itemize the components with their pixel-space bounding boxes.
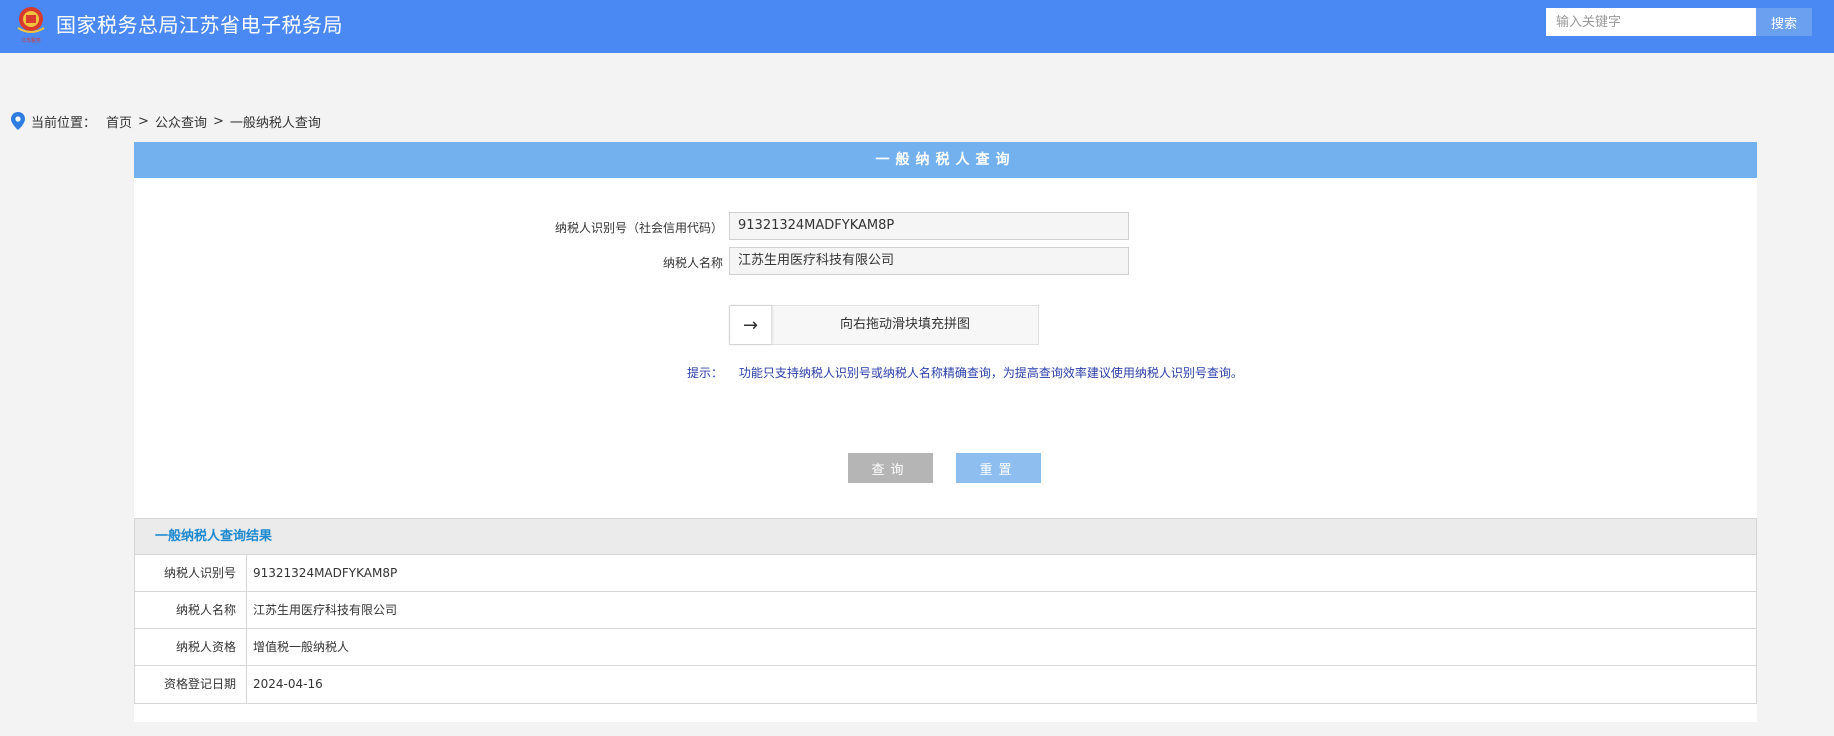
hint-label: 提示： [687,366,724,380]
breadcrumb-separator: > [138,113,149,129]
search-input[interactable] [1546,8,1756,36]
result-value: 增值税一般纳税人 [253,640,350,654]
query-panel: 一般纳税人查询 纳税人识别号（社会信用代码） 91321324MADFYKAM8… [134,142,1757,722]
result-value: 2024-04-16 [253,677,323,691]
breadcrumb-current: 一般纳税人查询 [229,115,321,131]
breadcrumb-label: 当前位置： [31,115,97,131]
breadcrumb: 当前位置： 首页 > 公众查询 > 一般纳税人查询 [11,111,321,131]
site-title[interactable]: 国家税务总局江苏省电子税务局 [56,9,343,38]
taxpayer-name-input[interactable]: 江苏生用医疗科技有限公司 [729,247,1129,275]
result-table: 一般纳税人查询结果 纳税人识别号 91321324MADFYKAM8P 纳税人名… [134,518,1757,704]
svg-text:江苏税务: 江苏税务 [21,37,41,44]
result-key: 纳税人识别号 [135,555,247,591]
result-value: 91321324MADFYKAM8P [253,566,398,580]
slider-captcha[interactable]: → 向右拖动滑块填充拼图 [729,305,1039,345]
top-header-bar: 江苏税务 国家税务总局江苏省电子税务局 搜索 [0,0,1834,53]
query-button[interactable]: 查询 [848,453,933,483]
search-button[interactable]: 搜索 [1756,8,1812,36]
arrow-right-icon[interactable]: → [730,306,772,344]
breadcrumb-public-query-link[interactable]: 公众查询 [155,112,207,131]
query-hint: 提示： 功能只支持纳税人识别号或纳税人名称精确查询，为提高查询效率建议使用纳税人… [687,364,1243,381]
slider-captcha-text: 向右拖动滑块填充拼图 [839,317,970,332]
taxpayer-name-label: 纳税人名称 [662,256,723,270]
result-title: 一般纳税人查询结果 [135,519,1756,555]
result-key: 资格登记日期 [135,666,247,703]
breadcrumb-separator: > [212,113,224,129]
reset-button[interactable]: 重置 [956,453,1041,483]
table-row: 纳税人识别号 91321324MADFYKAM8P [135,555,1756,592]
table-row: 纳税人资格 增值税一般纳税人 [135,629,1756,666]
result-value: 江苏生用医疗科技有限公司 [253,603,398,617]
taxpayer-id-label: 纳税人识别号（社会信用代码） [554,221,723,235]
location-pin-icon [11,112,25,130]
tax-bureau-logo-icon[interactable]: 江苏税务 [14,4,48,44]
panel-title: 一般纳税人查询 [134,142,1757,178]
table-row: 纳税人名称 江苏生用医疗科技有限公司 [135,592,1756,629]
hint-text: 功能只支持纳税人识别号或纳税人名称精确查询，为提高查询效率建议使用纳税人识别号查… [738,366,1243,380]
result-key: 纳税人资格 [135,629,247,665]
taxpayer-id-input[interactable]: 91321324MADFYKAM8P [729,212,1129,240]
table-row: 资格登记日期 2024-04-16 [135,666,1756,703]
breadcrumb-home-link[interactable]: 首页 [106,112,132,131]
result-key: 纳税人名称 [135,592,247,628]
